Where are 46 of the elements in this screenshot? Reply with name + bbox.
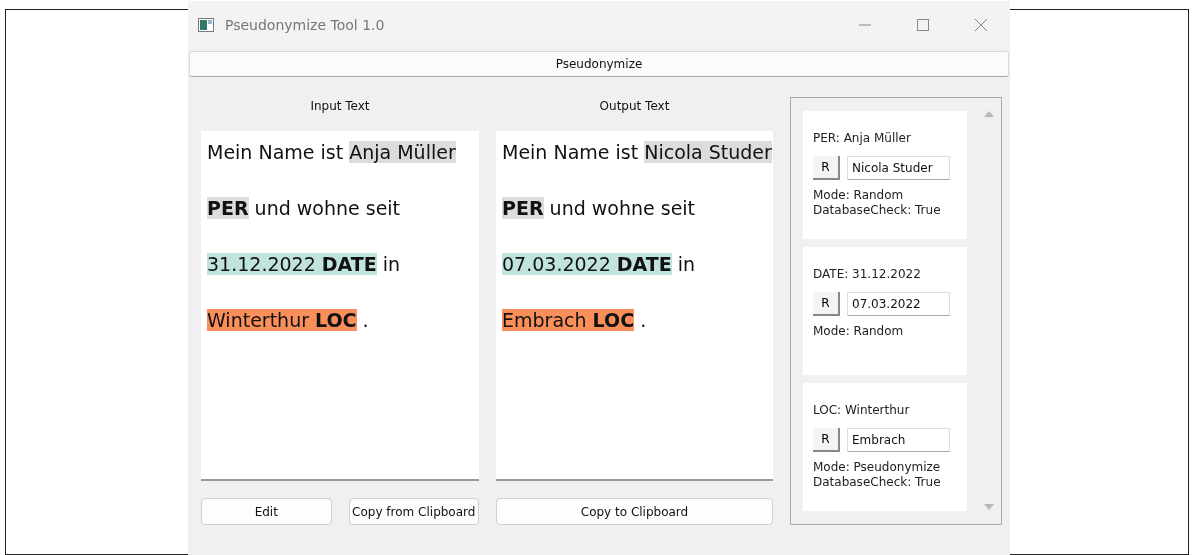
replacement-field[interactable]: Embrach [847, 428, 950, 452]
copy-to-clipboard-button[interactable]: Copy to Clipboard [496, 498, 773, 525]
text-run: und wohne seit [253, 197, 401, 219]
copy-from-clipboard-button[interactable]: Copy from Clipboard [348, 498, 479, 525]
entity-detail: Mode: Pseudonymize [813, 460, 942, 475]
regenerate-button[interactable]: R [813, 292, 840, 316]
edit-button[interactable]: Edit [201, 498, 332, 525]
entity-title: PER: Anja Müller [813, 131, 912, 147]
window-title: Pseudonymize Tool 1.0 [225, 17, 385, 33]
entity-highlight: 31.12.2022 [207, 253, 322, 275]
entity-tag: PER [502, 197, 544, 219]
pane-label: Input Text [309, 99, 371, 115]
text-run: Mein Name ist [207, 141, 345, 163]
entity-detail: Mode: Random [813, 188, 905, 203]
entity-detail: Mode: Random [813, 324, 905, 339]
entity-tag: LOC [592, 309, 635, 331]
entity-tag: LOC [315, 309, 357, 331]
scroll-up-icon[interactable] [984, 111, 994, 117]
entity-tag: PER [207, 197, 249, 219]
entity-highlight: Anja Müller [349, 141, 456, 163]
regenerate-button[interactable]: R [813, 428, 840, 452]
entity-tag: DATE [616, 253, 672, 275]
replacement-field[interactable]: 07.03.2022 [847, 292, 950, 316]
pane-label: Output Text [598, 99, 671, 115]
text-run: in [381, 253, 401, 275]
text-area[interactable]: Mein Name ist Nicola Studer PER und wohne seit 07.03.2022 DATE in Embrach LOC . [496, 131, 773, 481]
replacement-field[interactable]: Nicola Studer [847, 156, 950, 180]
entity-highlight: Embrach [502, 309, 593, 331]
entity-highlight: Winterthur [207, 309, 316, 331]
entity-highlight: 07.03.2022 [502, 253, 617, 275]
entity-tag: DATE [321, 253, 377, 275]
text-run: . [361, 309, 369, 331]
text-run: in [676, 253, 696, 275]
entity-title: LOC: Winterthur [813, 403, 911, 419]
entity-title: DATE: 31.12.2022 [813, 267, 922, 283]
entity-detail: DatabaseCheck: True [813, 475, 942, 490]
text-run: . [639, 309, 647, 331]
text-run: und wohne seit [548, 197, 696, 219]
app-icon [198, 18, 214, 32]
entity-detail: DatabaseCheck: True [813, 203, 942, 218]
text-run: Mein Name ist [502, 141, 640, 163]
regenerate-button[interactable]: R [813, 156, 840, 180]
scroll-down-icon[interactable] [984, 504, 994, 510]
text-area[interactable]: Mein Name ist Anja Müller PER und wohne seit 31.12.2022 DATE in Winterthur LOC . [201, 131, 479, 481]
entity-highlight: Nicola Studer [644, 141, 772, 163]
pseudonymize-button[interactable]: Pseudonymize [189, 51, 1009, 77]
